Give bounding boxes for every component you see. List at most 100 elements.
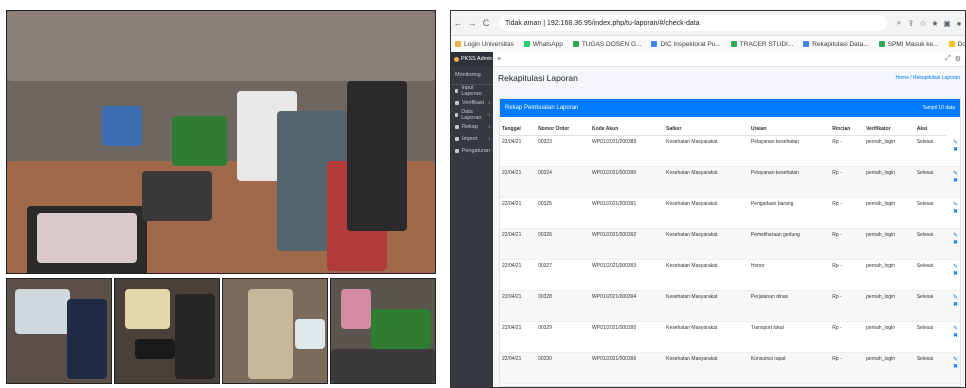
table-cell: 22/04/21 xyxy=(500,135,537,167)
column-header[interactable]: Satker xyxy=(664,123,749,136)
table-cell: 00327 xyxy=(536,259,591,291)
table-cell: 00326 xyxy=(536,228,591,260)
menu-item-icon xyxy=(455,137,459,141)
column-header[interactable]: Kode Akun xyxy=(590,123,665,136)
bookmark-item[interactable]: Rekapitulasi Data... xyxy=(803,41,869,48)
zoom-icon[interactable]: ⌕ xyxy=(893,18,905,28)
table-cell: Honor xyxy=(748,259,831,291)
user-name: Monitoring xyxy=(455,72,481,78)
user-panel[interactable]: Monitoring xyxy=(451,66,493,85)
bookmark-favicon-icon xyxy=(651,41,658,47)
sidebar-item[interactable]: Data Laporan › xyxy=(451,109,493,121)
reload-icon[interactable]: C xyxy=(479,18,493,28)
table-cell: Pelayanan kesehatan xyxy=(748,135,831,167)
row-actions: ✎ ✖ xyxy=(946,228,960,260)
delete-icon[interactable]: ✖ xyxy=(948,208,958,215)
table-cell: Kesehatan Masyarakat xyxy=(664,290,749,322)
edit-icon[interactable]: ✎ xyxy=(948,263,958,270)
table-cell: Selesai xyxy=(914,352,947,384)
delete-icon[interactable]: ✖ xyxy=(948,363,958,370)
screenshot-web-app: ← → C Tidak aman | 192.168.36.95/index.p… xyxy=(450,10,966,388)
bookmark-item[interactable]: TRACER STUDI... xyxy=(730,41,793,48)
chevron-right-icon: › xyxy=(488,100,490,106)
star-icon[interactable]: ☆ xyxy=(917,19,929,28)
table-cell: Rp - xyxy=(830,321,865,353)
extensions-icon[interactable]: ▣ xyxy=(941,19,953,28)
bookmark-star-icon[interactable]: ★ xyxy=(929,19,941,28)
settings-icon[interactable]: ⚙ xyxy=(955,55,961,63)
photo-small-2 xyxy=(114,278,220,384)
share-icon[interactable]: ⇪ xyxy=(905,19,917,28)
delete-icon[interactable]: ✖ xyxy=(948,177,958,184)
column-header[interactable]: Aksi xyxy=(914,123,947,136)
delete-icon[interactable]: ✖ xyxy=(948,301,958,308)
row-actions: ✎ ✖ xyxy=(946,352,960,384)
menu-item-icon xyxy=(455,101,459,105)
sidebar-item[interactable]: Pengaturan xyxy=(451,145,493,157)
report-table: Tanggal Nomor Order Kode Akun Satker Uraian R… xyxy=(500,123,960,384)
edit-icon[interactable]: ✎ xyxy=(948,139,958,146)
sidebar-item[interactable]: Rekap › xyxy=(451,121,493,133)
sidebar-item[interactable]: Verifikasi › xyxy=(451,97,493,109)
back-icon[interactable]: ← xyxy=(451,18,465,28)
table-cell: Kesehatan Masyarakat xyxy=(664,352,749,384)
column-header[interactable]: Verifikator xyxy=(864,123,915,136)
hamburger-icon[interactable]: ≡ xyxy=(497,56,501,63)
table-cell: Rp - xyxy=(830,135,865,167)
bookmark-item[interactable]: SPMI Masuk ke... xyxy=(878,41,939,48)
row-actions: ✎ ✖ xyxy=(946,166,960,198)
bookmark-item[interactable]: DIC Inspektorat Pu... xyxy=(651,41,721,48)
breadcrumb[interactable]: Home / Rekapitulasi Laporan xyxy=(896,75,960,81)
table-cell: pernah_login xyxy=(864,135,915,167)
edit-icon[interactable]: ✎ xyxy=(948,294,958,301)
bookmark-item[interactable]: Login Universitas xyxy=(455,41,514,48)
sidebar: PKSS Admin Monitoring Input Laporan Verif… xyxy=(451,52,493,387)
sidebar-item[interactable]: Input Laporan xyxy=(451,85,493,97)
column-header[interactable]: Rincian xyxy=(830,123,865,136)
edit-icon[interactable]: ✎ xyxy=(948,325,958,332)
table-row: 22/04/21 00330 WP01/2021/000396 Kesehatan M… xyxy=(500,352,960,384)
table-cell: Rp - xyxy=(830,259,865,291)
bookmark-folder-dokumentasi[interactable]: Dokumentasi xyxy=(948,40,965,48)
bookmark-item[interactable]: WhatsApp xyxy=(523,41,563,48)
table-cell: WP01/2021/000389 xyxy=(590,135,665,167)
card-tag[interactable]: Tampil 10 data xyxy=(922,105,955,111)
edit-icon[interactable]: ✎ xyxy=(948,232,958,239)
delete-icon[interactable]: ✖ xyxy=(948,332,958,339)
fullscreen-icon[interactable]: ⤢ xyxy=(945,55,951,63)
edit-icon[interactable]: ✎ xyxy=(948,201,958,208)
delete-icon[interactable]: ✖ xyxy=(948,270,958,277)
table-cell: Selesai xyxy=(914,259,947,291)
table-row: 22/04/21 00329 WP01/2021/000395 Kesehatan M… xyxy=(500,321,960,353)
browser-toolbar: ← → C Tidak aman | 192.168.36.95/index.p… xyxy=(451,11,965,36)
folder-icon xyxy=(948,41,955,47)
chevron-right-icon: › xyxy=(488,124,490,130)
forward-icon[interactable]: → xyxy=(465,18,479,28)
brand[interactable]: PKSS Admin xyxy=(451,52,493,66)
table-cell: pernah_login xyxy=(864,290,915,322)
delete-icon[interactable]: ✖ xyxy=(948,146,958,153)
edit-icon[interactable]: ✎ xyxy=(948,170,958,177)
sidebar-item[interactable]: Import › xyxy=(451,133,493,145)
table-cell: Perjalanan dinas xyxy=(748,290,831,322)
page-title: Rekapitulasi Laporan xyxy=(498,73,578,83)
address-bar[interactable]: Tidak aman | 192.168.36.95/index.php/tu-… xyxy=(499,15,887,31)
row-actions: ✎ ✖ xyxy=(946,197,960,229)
column-header[interactable]: Nomor Order xyxy=(536,123,591,136)
table-cell: Rp - xyxy=(830,197,865,229)
bookmark-item[interactable]: TUGAS DOSEN G... xyxy=(572,41,641,48)
card-header: Rekap Pembuatan Laporan Tampil 10 data xyxy=(500,99,960,117)
delete-icon[interactable]: ✖ xyxy=(948,239,958,246)
table-cell: 00328 xyxy=(536,290,591,322)
sidebar-menu: Input Laporan Verifikasi › Data Laporan › Rek… xyxy=(451,85,493,157)
column-header[interactable]: Uraian xyxy=(748,123,831,136)
bookmark-label: Dokumentasi xyxy=(957,40,965,48)
table-cell: 00330 xyxy=(536,352,591,384)
table-cell: Kesehatan Masyarakat xyxy=(664,166,749,198)
column-header[interactable]: Tanggal xyxy=(500,123,537,136)
main-content: ≡ ⤢ ⚙ Rekapitulasi Laporan Home / Rekapi… xyxy=(493,52,965,387)
edit-icon[interactable]: ✎ xyxy=(948,356,958,363)
brand-name: PKSS Admin xyxy=(461,56,493,62)
table-row: 22/04/21 00325 WP01/2021/000391 Kesehatan M… xyxy=(500,197,960,229)
profile-icon[interactable]: ● xyxy=(953,19,965,28)
